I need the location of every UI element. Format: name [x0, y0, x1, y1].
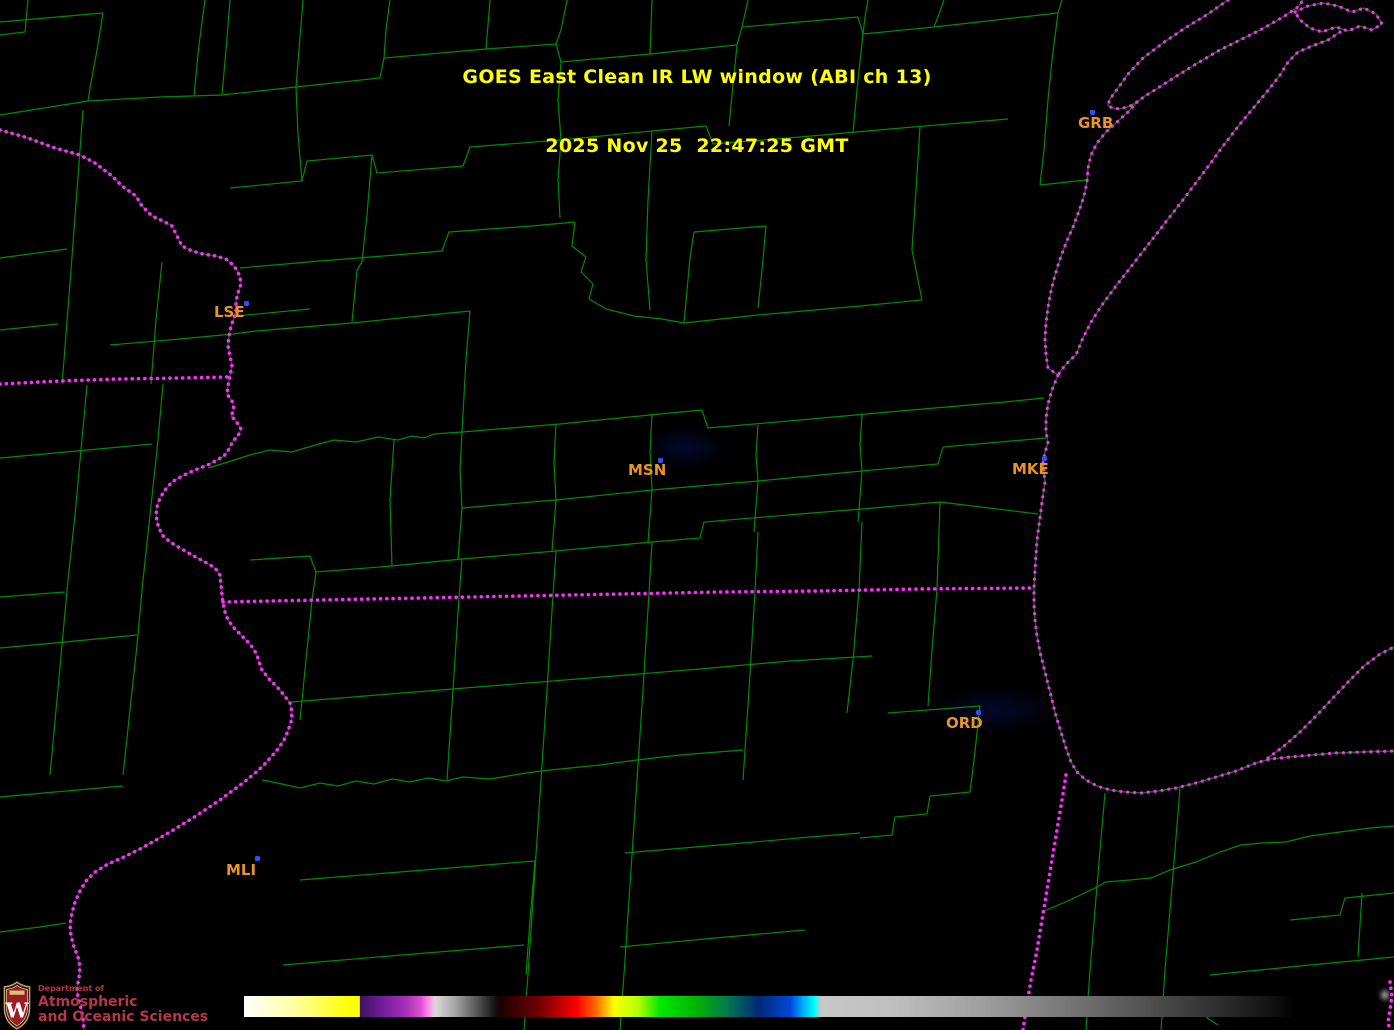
county-boundary-line — [753, 480, 759, 533]
county-boundary-line — [525, 860, 536, 976]
county-boundary-line — [0, 443, 153, 459]
shoreline-dotted — [1032, 100, 1394, 795]
county-boundary-line — [235, 308, 311, 317]
station-dot — [255, 856, 260, 861]
county-boundary-line — [683, 299, 923, 324]
county-boundary-line — [0, 634, 138, 649]
county-boundary-line — [49, 644, 63, 776]
county-boundary-line — [0, 922, 67, 933]
logo-line-2: Atmospheric — [38, 994, 138, 1010]
county-boundary-line — [459, 431, 463, 509]
station-dot — [244, 301, 249, 306]
county-boundary-line — [858, 521, 863, 591]
county-boundary-line — [299, 860, 536, 881]
logo-text: Department of Atmospheric and Oceanic Sc… — [38, 981, 208, 1025]
county-boundary-line — [551, 499, 557, 552]
county-boundary-line — [1209, 956, 1394, 976]
county-boundary-line — [282, 944, 525, 966]
county-boundary-line — [887, 705, 981, 714]
county-boundary-line — [1289, 892, 1394, 921]
logo-dept-line: Department of — [38, 984, 105, 993]
county-boundary-line — [457, 507, 463, 560]
shoreline-dotted — [1266, 645, 1394, 760]
shoreline-green — [1033, 101, 1394, 794]
county-boundary-line — [0, 248, 68, 259]
image-title: GOES East Clean IR LW window (ABI ch 13)… — [0, 20, 1394, 204]
county-boundary-line — [648, 541, 653, 594]
county-boundary-line — [1041, 825, 1394, 913]
county-boundary-line — [647, 489, 653, 543]
county-boundary-line — [936, 501, 941, 590]
station-label: MSN — [628, 461, 667, 479]
county-boundary-line — [552, 550, 557, 596]
county-boundary-line — [291, 655, 873, 703]
county-boundary-line — [461, 310, 471, 433]
satellite-image-canvas: GOES East Clean IR LW window (ABI ch 13)… — [0, 0, 1394, 1030]
county-boundary-line — [150, 261, 163, 385]
state-border-dotted — [1021, 773, 1068, 1030]
station-dot — [976, 710, 981, 715]
county-boundary-line — [571, 221, 685, 324]
county-boundary-line — [619, 592, 650, 1030]
county-boundary-line — [553, 423, 557, 501]
county-boundary-line — [351, 310, 471, 324]
county-boundary-line — [239, 221, 576, 269]
station-label: ORD — [946, 714, 983, 732]
uw-aos-logo: W Department of Atmospheric and Oceanic … — [3, 981, 208, 1030]
title-line-2: 2025 Nov 25 22:47:25 GMT — [545, 135, 849, 157]
county-boundary-line — [755, 424, 759, 482]
county-boundary-line — [1057, 0, 1063, 14]
county-boundary-line — [249, 501, 1039, 573]
river-state-border-dotted — [0, 128, 294, 1030]
county-boundary-line — [261, 749, 744, 789]
county-boundary-line — [207, 409, 703, 469]
county-boundary-line — [299, 599, 313, 721]
county-boundary-line — [927, 588, 938, 707]
county-boundary-line — [619, 929, 806, 948]
county-boundary-line — [0, 785, 124, 798]
state-border-dotted — [1386, 980, 1394, 1030]
county-boundary-line — [859, 414, 863, 472]
county-boundary-line — [1357, 892, 1363, 958]
county-boundary-line — [0, 323, 59, 331]
station-dot — [1042, 456, 1047, 461]
station-label: MLI — [226, 861, 257, 879]
county-boundary-line — [757, 225, 767, 309]
county-boundary-line — [754, 531, 759, 592]
county-boundary-line — [461, 437, 1047, 509]
svg-text:W: W — [4, 999, 29, 1023]
uw-crest-icon: W — [3, 981, 31, 1030]
river-line-green — [0, 129, 293, 1030]
state-border-dotted — [221, 586, 1037, 604]
shoreline-green — [1267, 646, 1394, 759]
station-label: MKE — [1012, 460, 1049, 478]
station-label: LSE — [214, 303, 245, 321]
county-boundary-line — [389, 439, 395, 567]
county-boundary-line — [523, 594, 554, 1030]
county-boundary-line — [311, 571, 317, 601]
county-boundary-line — [859, 791, 971, 839]
station-dot — [658, 458, 663, 463]
county-boundary-line — [624, 832, 861, 854]
county-boundary-line — [122, 383, 164, 776]
county-boundary-line — [857, 470, 863, 523]
state-border-dotted — [0, 375, 229, 386]
county-boundary-line — [693, 225, 767, 233]
logo-line-3: and Oceanic Sciences — [38, 1009, 209, 1025]
county-boundary-line — [846, 589, 860, 714]
ir-temperature-colorbar — [244, 996, 1295, 1017]
county-boundary-line — [458, 558, 463, 598]
county-boundary-line — [61, 384, 88, 646]
title-line-1: GOES East Clean IR LW window (ABI ch 13) — [462, 66, 932, 88]
county-boundary-line — [1085, 792, 1106, 1030]
county-boundary-line — [0, 591, 66, 598]
county-boundary-line — [683, 231, 695, 324]
county-boundary-line — [742, 590, 756, 781]
county-boundary-line — [701, 397, 1045, 429]
county-boundary-line — [1160, 787, 1181, 1030]
